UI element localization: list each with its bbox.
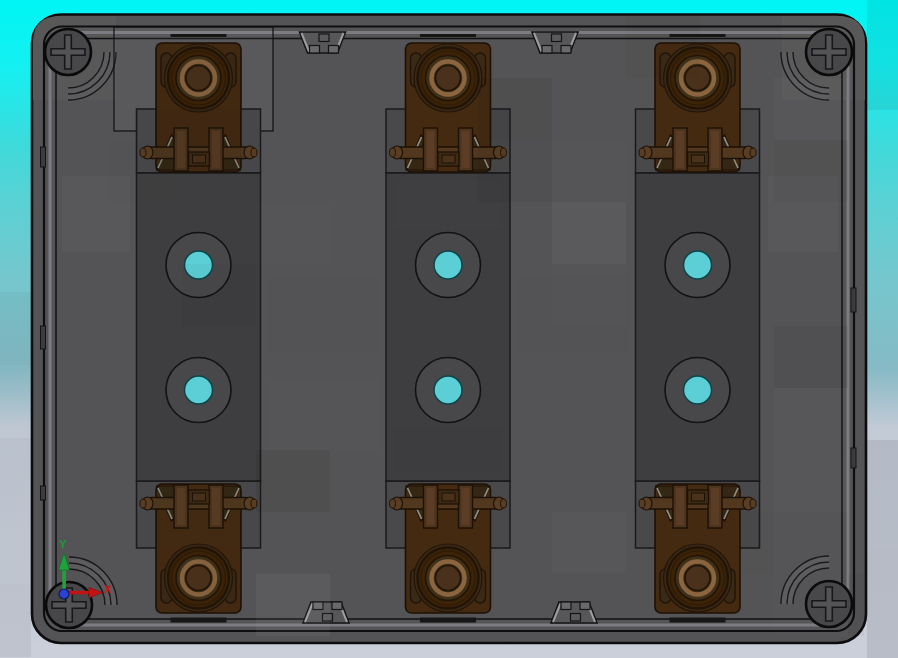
- svg-text:X: X: [104, 583, 112, 595]
- svg-text:Y: Y: [59, 538, 67, 550]
